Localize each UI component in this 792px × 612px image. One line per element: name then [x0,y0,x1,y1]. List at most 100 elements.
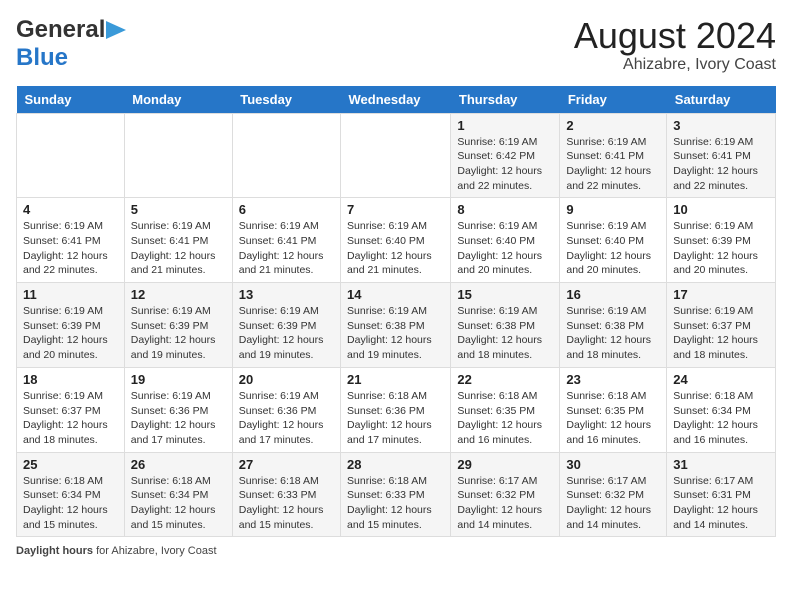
day-detail: Sunrise: 6:19 AM Sunset: 6:40 PM Dayligh… [457,219,553,278]
calendar-cell [124,113,232,198]
day-number: 8 [457,202,553,217]
month-year-title: August 2024 [574,16,776,56]
day-number: 19 [131,372,226,387]
day-detail: Sunrise: 6:18 AM Sunset: 6:34 PM Dayligh… [131,474,226,533]
calendar-cell [341,113,451,198]
calendar-cell: 22 Sunrise: 6:18 AM Sunset: 6:35 PM Dayli… [451,367,560,452]
day-number: 11 [23,287,118,302]
day-number: 14 [347,287,444,302]
col-header-saturday: Saturday [667,86,776,114]
day-number: 22 [457,372,553,387]
col-header-monday: Monday [124,86,232,114]
day-detail: Sunrise: 6:17 AM Sunset: 6:32 PM Dayligh… [457,474,553,533]
calendar-cell: 27 Sunrise: 6:18 AM Sunset: 6:33 PM Dayli… [232,452,340,537]
day-detail: Sunrise: 6:18 AM Sunset: 6:36 PM Dayligh… [347,389,444,448]
col-header-friday: Friday [560,86,667,114]
day-detail: Sunrise: 6:17 AM Sunset: 6:32 PM Dayligh… [566,474,660,533]
day-detail: Sunrise: 6:18 AM Sunset: 6:33 PM Dayligh… [347,474,444,533]
day-detail: Sunrise: 6:19 AM Sunset: 6:38 PM Dayligh… [566,304,660,363]
day-number: 31 [673,457,769,472]
calendar-cell: 16 Sunrise: 6:19 AM Sunset: 6:38 PM Dayli… [560,283,667,368]
day-number: 23 [566,372,660,387]
calendar-cell: 15 Sunrise: 6:19 AM Sunset: 6:38 PM Dayli… [451,283,560,368]
footer-note: Daylight hours for Ahizabre, Ivory Coast [16,545,776,557]
col-header-wednesday: Wednesday [341,86,451,114]
day-number: 2 [566,118,660,133]
logo: General Blue [16,16,126,72]
col-header-thursday: Thursday [451,86,560,114]
day-number: 4 [23,202,118,217]
day-detail: Sunrise: 6:19 AM Sunset: 6:41 PM Dayligh… [673,135,769,194]
day-detail: Sunrise: 6:19 AM Sunset: 6:41 PM Dayligh… [23,219,118,278]
logo-arrow-icon [106,21,126,39]
day-number: 15 [457,287,553,302]
day-number: 27 [239,457,334,472]
day-detail: Sunrise: 6:18 AM Sunset: 6:35 PM Dayligh… [457,389,553,448]
day-number: 29 [457,457,553,472]
footer-text: for Ahizabre, Ivory Coast [93,545,217,557]
calendar-cell: 23Sunrise: 6:18 AM Sunset: 6:35 PM Dayli… [560,367,667,452]
calendar-cell: 21 Sunrise: 6:18 AM Sunset: 6:36 PM Dayli… [341,367,451,452]
day-detail: Sunrise: 6:17 AM Sunset: 6:31 PM Dayligh… [673,474,769,533]
calendar-cell: 19 Sunrise: 6:19 AM Sunset: 6:36 PM Dayli… [124,367,232,452]
day-detail: Sunrise: 6:19 AM Sunset: 6:39 PM Dayligh… [673,219,769,278]
day-number: 30 [566,457,660,472]
day-number: 7 [347,202,444,217]
calendar-cell: 25Sunrise: 6:18 AM Sunset: 6:34 PM Dayli… [17,452,125,537]
calendar-cell: 7Sunrise: 6:19 AM Sunset: 6:40 PM Daylig… [341,198,451,283]
page-header: General Blue August 2024 Ahizabre, Ivory… [16,16,776,74]
calendar-week-row: 18 Sunrise: 6:19 AM Sunset: 6:37 PM Dayli… [17,367,776,452]
calendar-cell: 3 Sunrise: 6:19 AM Sunset: 6:41 PM Daylig… [667,113,776,198]
location-subtitle: Ahizabre, Ivory Coast [574,56,776,74]
day-detail: Sunrise: 6:19 AM Sunset: 6:36 PM Dayligh… [239,389,334,448]
day-number: 1 [457,118,553,133]
calendar-cell: 18 Sunrise: 6:19 AM Sunset: 6:37 PM Dayli… [17,367,125,452]
day-detail: Sunrise: 6:19 AM Sunset: 6:41 PM Dayligh… [131,219,226,278]
calendar-cell: 4 Sunrise: 6:19 AM Sunset: 6:41 PM Daylig… [17,198,125,283]
day-detail: Sunrise: 6:19 AM Sunset: 6:37 PM Dayligh… [23,389,118,448]
calendar-header-row: SundayMondayTuesdayWednesdayThursdayFrid… [17,86,776,114]
day-number: 28 [347,457,444,472]
day-number: 9 [566,202,660,217]
calendar-cell: 20 Sunrise: 6:19 AM Sunset: 6:36 PM Dayli… [232,367,340,452]
footer-label: Daylight hours [16,545,93,557]
day-detail: Sunrise: 6:19 AM Sunset: 6:37 PM Dayligh… [673,304,769,363]
day-number: 18 [23,372,118,387]
calendar-cell: 13Sunrise: 6:19 AM Sunset: 6:39 PM Dayli… [232,283,340,368]
day-number: 16 [566,287,660,302]
calendar-cell: 30 Sunrise: 6:17 AM Sunset: 6:32 PM Dayli… [560,452,667,537]
day-number: 3 [673,118,769,133]
calendar-cell: 10 Sunrise: 6:19 AM Sunset: 6:39 PM Dayli… [667,198,776,283]
logo-blue: Blue [16,44,68,71]
calendar-week-row: 1 Sunrise: 6:19 AM Sunset: 6:42 PM Daylig… [17,113,776,198]
calendar-cell: 31 Sunrise: 6:17 AM Sunset: 6:31 PM Dayli… [667,452,776,537]
day-detail: Sunrise: 6:18 AM Sunset: 6:34 PM Dayligh… [23,474,118,533]
calendar-cell: 12Sunrise: 6:19 AM Sunset: 6:39 PM Dayli… [124,283,232,368]
calendar-cell: 1 Sunrise: 6:19 AM Sunset: 6:42 PM Daylig… [451,113,560,198]
calendar-cell: 29 Sunrise: 6:17 AM Sunset: 6:32 PM Dayli… [451,452,560,537]
day-number: 20 [239,372,334,387]
day-number: 26 [131,457,226,472]
calendar-cell: 14 Sunrise: 6:19 AM Sunset: 6:38 PM Dayli… [341,283,451,368]
logo-general: General [16,16,105,44]
day-detail: Sunrise: 6:19 AM Sunset: 6:38 PM Dayligh… [347,304,444,363]
calendar-cell: 9Sunrise: 6:19 AM Sunset: 6:40 PM Daylig… [560,198,667,283]
calendar-cell: 8 Sunrise: 6:19 AM Sunset: 6:40 PM Daylig… [451,198,560,283]
col-header-tuesday: Tuesday [232,86,340,114]
day-detail: Sunrise: 6:19 AM Sunset: 6:38 PM Dayligh… [457,304,553,363]
day-detail: Sunrise: 6:18 AM Sunset: 6:34 PM Dayligh… [673,389,769,448]
day-number: 21 [347,372,444,387]
calendar-week-row: 11Sunrise: 6:19 AM Sunset: 6:39 PM Dayli… [17,283,776,368]
day-number: 17 [673,287,769,302]
calendar-cell: 11Sunrise: 6:19 AM Sunset: 6:39 PM Dayli… [17,283,125,368]
calendar-cell [232,113,340,198]
day-detail: Sunrise: 6:19 AM Sunset: 6:42 PM Dayligh… [457,135,553,194]
calendar-cell: 17 Sunrise: 6:19 AM Sunset: 6:37 PM Dayli… [667,283,776,368]
calendar-week-row: 4 Sunrise: 6:19 AM Sunset: 6:41 PM Daylig… [17,198,776,283]
title-block: August 2024 Ahizabre, Ivory Coast [574,16,776,74]
day-detail: Sunrise: 6:19 AM Sunset: 6:36 PM Dayligh… [131,389,226,448]
day-number: 13 [239,287,334,302]
day-number: 10 [673,202,769,217]
calendar-cell: 6Sunrise: 6:19 AM Sunset: 6:41 PM Daylig… [232,198,340,283]
day-detail: Sunrise: 6:18 AM Sunset: 6:33 PM Dayligh… [239,474,334,533]
